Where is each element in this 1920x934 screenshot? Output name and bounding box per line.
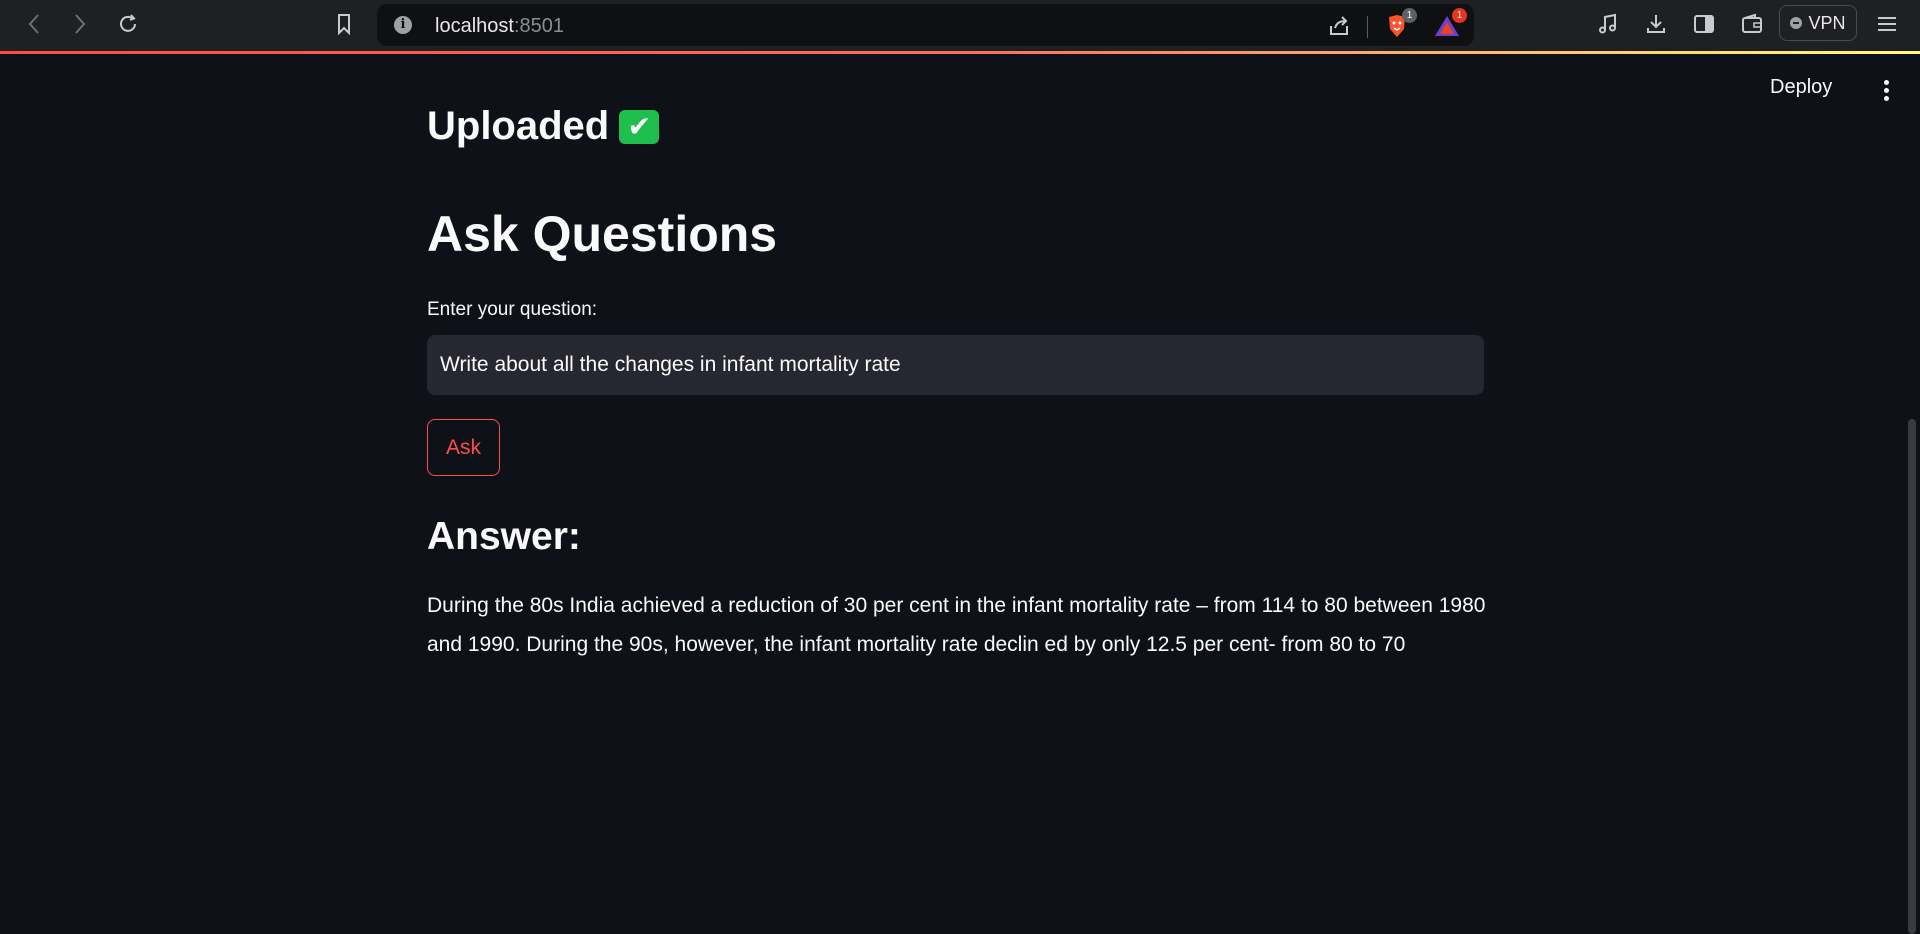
- header-decoration: [0, 51, 1920, 54]
- download-icon[interactable]: [1642, 10, 1670, 38]
- brave-shields-icon[interactable]: 1: [1383, 8, 1417, 40]
- more-vert-icon[interactable]: [1876, 78, 1896, 104]
- answer-text: During the 80s India achieved a reductio…: [427, 594, 1486, 656]
- reload-icon[interactable]: [112, 8, 144, 40]
- ask-questions-heading: Ask Questions: [427, 206, 778, 262]
- share-icon[interactable]: [1325, 12, 1353, 40]
- url-port: :8501: [513, 15, 564, 37]
- question-input[interactable]: [427, 335, 1484, 395]
- vpn-icon: [1790, 17, 1803, 29]
- vpn-button[interactable]: VPN: [1779, 5, 1857, 41]
- menu-icon[interactable]: [1873, 10, 1901, 38]
- question-label: Enter your question:: [427, 299, 598, 320]
- address-bar[interactable]: i localhost:8501 1 1: [377, 4, 1474, 46]
- ask-button[interactable]: Ask: [427, 419, 500, 476]
- scrollbar[interactable]: [1908, 419, 1916, 934]
- brave-shields-badge: 1: [1402, 8, 1417, 23]
- uploaded-heading-text: Uploaded: [427, 104, 610, 148]
- info-icon[interactable]: i: [394, 16, 412, 34]
- forward-icon[interactable]: [64, 8, 96, 40]
- deploy-button[interactable]: Deploy: [1770, 76, 1832, 99]
- answer-heading: Answer:: [427, 515, 581, 558]
- browser-toolbar: i localhost:8501 1 1 VPN: [0, 0, 1920, 54]
- brave-rewards-icon[interactable]: 1: [1433, 8, 1467, 40]
- wallet-icon[interactable]: [1738, 10, 1766, 38]
- url-host: localhost: [435, 15, 514, 37]
- back-icon[interactable]: [18, 8, 50, 40]
- check-mark-icon: ✔: [619, 109, 660, 144]
- media-icon[interactable]: [1594, 10, 1622, 38]
- uploaded-heading: Uploaded ✔: [427, 104, 660, 149]
- bookmark-icon[interactable]: [328, 8, 360, 40]
- url-separator: [1367, 16, 1368, 38]
- sidebar-icon[interactable]: [1690, 10, 1718, 38]
- brave-rewards-badge: 1: [1452, 8, 1467, 23]
- url-text[interactable]: localhost:8501: [435, 15, 564, 38]
- vpn-label: VPN: [1808, 12, 1846, 33]
